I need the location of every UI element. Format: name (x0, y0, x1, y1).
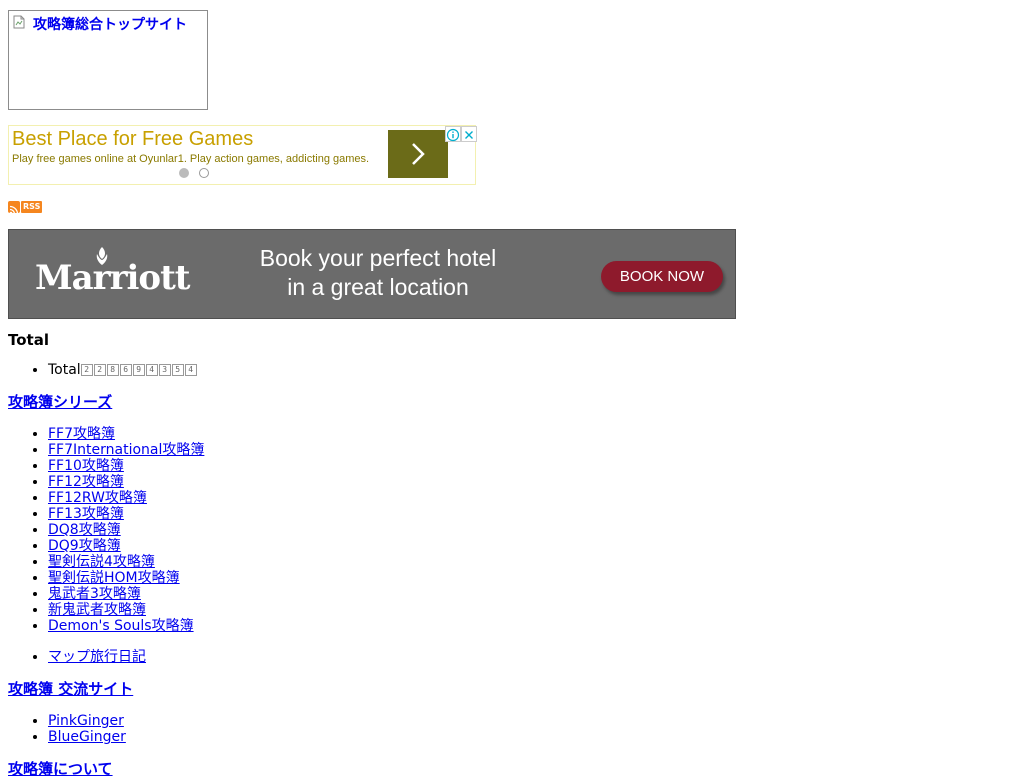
list-item: FF12RW攻略簿 (48, 490, 708, 506)
ad-unit[interactable]: Best Place for Free Games Play free game… (8, 125, 477, 185)
series-link-dq9[interactable]: DQ9攻略簿 (48, 538, 121, 554)
list-item: FF7International攻略簿 (48, 442, 708, 458)
banner-message: Book your perfect hotel in a great locat… (233, 244, 523, 302)
list-item: マップ旅行日記 (48, 649, 708, 665)
ad-carousel-dot[interactable] (199, 168, 209, 178)
rss-feed-icon (8, 200, 20, 214)
blueginger-link[interactable]: BlueGinger (48, 729, 126, 745)
list-item: PinkGinger (48, 713, 708, 729)
series-link-shin-onimusha[interactable]: 新鬼武者攻略簿 (48, 602, 146, 618)
total-item-label: Total (48, 362, 81, 378)
list-item: FF7攻略簿 (48, 426, 708, 442)
top-site-link-box[interactable]: 攻略簿総合トップサイト (8, 10, 208, 110)
exchange-heading-link[interactable]: 攻略簿 交流サイト (8, 680, 133, 698)
counter-digit: 4 (184, 364, 197, 376)
pinkginger-link[interactable]: PinkGinger (48, 713, 124, 729)
list-item: 新鬼武者攻略簿 (48, 602, 708, 618)
series-link-ff12[interactable]: FF12攻略簿 (48, 474, 124, 490)
about-heading-link[interactable]: 攻略簿について (8, 760, 113, 778)
rss-label: RSS (21, 200, 43, 213)
ad-title[interactable]: Best Place for Free Games (12, 128, 253, 151)
rss-link[interactable]: RSS (8, 200, 43, 214)
counter-digit: 5 (171, 364, 184, 376)
list-item: Demon's Souls攻略簿 (48, 618, 708, 634)
exchange-list: PinkGinger BlueGinger (8, 713, 708, 745)
series-heading-link[interactable]: 攻略簿シリーズ (8, 393, 112, 411)
series-link-seiken4[interactable]: 聖剣伝説4攻略簿 (48, 554, 155, 570)
list-item: FF12攻略簿 (48, 474, 708, 490)
hotel-banner-ad[interactable]: Marriott Book your perfect hotel in a gr… (8, 229, 736, 319)
total-list: Total 2 2 8 6 9 4 3 5 4 (8, 362, 708, 378)
list-item: BlueGinger (48, 729, 708, 745)
book-now-button[interactable]: BOOK NOW (601, 261, 723, 292)
series-link-ff12rw[interactable]: FF12RW攻略簿 (48, 490, 147, 506)
sidebar-content: Total Total 2 2 8 6 9 4 3 5 4 攻略簿シリーズ FF… (8, 330, 708, 779)
map-travel-diary-link[interactable]: マップ旅行日記 (48, 649, 146, 665)
chevron-right-icon (412, 143, 425, 165)
banner-message-line1: Book your perfect hotel (259, 245, 497, 271)
series-link-onimusha3[interactable]: 鬼武者3攻略簿 (48, 586, 141, 602)
broken-image-icon (13, 15, 25, 29)
series-link-ff10[interactable]: FF10攻略簿 (48, 458, 124, 474)
series-link-demons-souls[interactable]: Demon's Souls攻略簿 (48, 618, 194, 634)
total-item: Total 2 2 8 6 9 4 3 5 4 (48, 362, 708, 378)
counter-digit: 8 (106, 364, 119, 376)
series-list: FF7攻略簿 FF7International攻略簿 FF10攻略簿 FF12攻… (8, 426, 708, 634)
ad-subtitle[interactable]: Play free games online at Oyunlar1. Play… (12, 153, 369, 165)
list-item: 聖剣伝説4攻略簿 (48, 554, 708, 570)
list-item: FF10攻略簿 (48, 458, 708, 474)
marriott-logo: Marriott (35, 258, 190, 298)
list-item: FF13攻略簿 (48, 506, 708, 522)
counter-digit: 6 (119, 364, 132, 376)
counter-digit: 9 (132, 364, 145, 376)
series-link-seiken-hom[interactable]: 聖剣伝説HOM攻略簿 (48, 570, 180, 586)
top-site-link[interactable]: 攻略簿総合トップサイト (33, 14, 187, 34)
counter-digit: 3 (158, 364, 171, 376)
list-item: DQ8攻略簿 (48, 522, 708, 538)
series-link-ff13[interactable]: FF13攻略簿 (48, 506, 124, 522)
access-counter: 2 2 8 6 9 4 3 5 4 (80, 364, 197, 376)
series-link-ff7int[interactable]: FF7International攻略簿 (48, 442, 204, 458)
total-heading: Total (8, 331, 49, 349)
list-item: DQ9攻略簿 (48, 538, 708, 554)
banner-message-line2: in a great location (287, 274, 469, 300)
ad-close-icon[interactable] (461, 126, 477, 142)
series-link-ff7[interactable]: FF7攻略簿 (48, 426, 115, 442)
ad-info-icon[interactable] (445, 126, 461, 142)
counter-digit: 2 (80, 364, 93, 376)
counter-digit: 4 (145, 364, 158, 376)
ad-go-button[interactable] (388, 130, 448, 178)
list-item: 聖剣伝説HOM攻略簿 (48, 570, 708, 586)
counter-digit: 2 (93, 364, 106, 376)
ad-carousel-dot-active[interactable] (179, 168, 189, 178)
extra-list: マップ旅行日記 (8, 649, 708, 665)
list-item: 鬼武者3攻略簿 (48, 586, 708, 602)
series-link-dq8[interactable]: DQ8攻略簿 (48, 522, 121, 538)
